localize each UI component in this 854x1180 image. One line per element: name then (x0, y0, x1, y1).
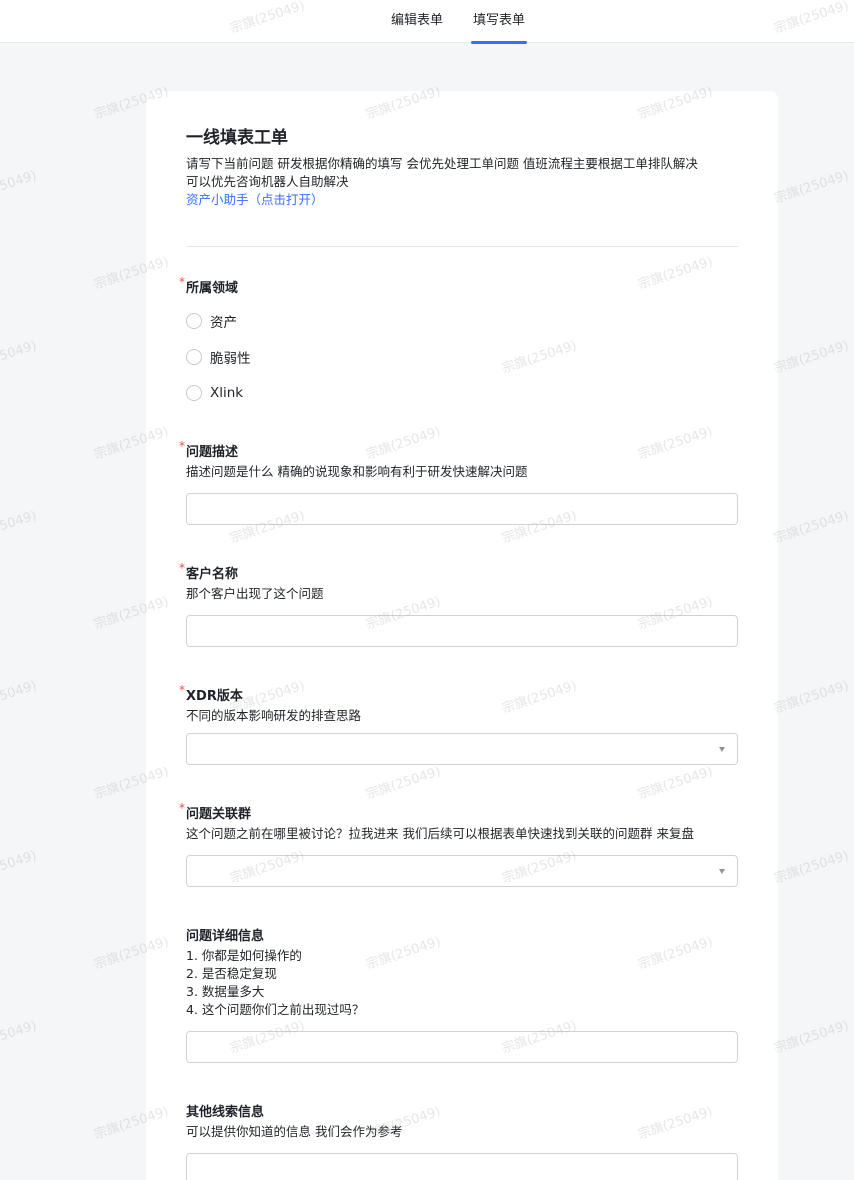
question-customer-title: * 客户名称 (179, 561, 239, 582)
customer-input[interactable] (186, 615, 738, 647)
watermark: 宗旗(25049) (772, 508, 851, 547)
form-description-line: 可以优先咨询机器人自助解决 (186, 174, 349, 189)
question-label: 问题详细信息 (186, 929, 265, 944)
details-line: 3. 数据量多大 (186, 984, 265, 999)
group-select[interactable] (186, 855, 738, 887)
watermark: 宗旗(25049) (0, 168, 39, 207)
radio-label: 资产 (210, 315, 237, 331)
required-mark: * (179, 683, 185, 697)
form-card: 一线填表工单 请写下当前问题 研发根据你精确的填写 会优先处理工单问题 值班流程… (146, 91, 778, 1180)
question-problem-desc: 描述问题是什么 精确的说现象和影响有利于研发快速解决问题 (186, 464, 528, 479)
question-label: XDR版本 (186, 689, 243, 704)
tab-edit-form[interactable]: 编辑表单 (384, 0, 450, 43)
question-problem-title: * 问题描述 (179, 439, 239, 460)
watermark: 宗旗(25049) (0, 338, 39, 377)
form-description-line: 请写下当前问题 研发根据你精确的填写 会优先处理工单问题 值班流程主要根据工单排… (186, 156, 698, 171)
watermark: 宗旗(25049) (772, 848, 851, 887)
radio-circle-icon[interactable] (186, 385, 202, 401)
details-line: 2. 是否稳定复现 (186, 966, 277, 981)
radio-circle-icon[interactable] (186, 313, 202, 329)
watermark: 宗旗(25049) (0, 508, 39, 547)
radio-label: Xlink (210, 385, 244, 401)
details-line: 4. 这个问题你们之前出现过吗？ (186, 1002, 365, 1017)
question-label: 所属领域 (186, 281, 239, 296)
watermark: 宗旗(25049) (0, 1018, 39, 1057)
form-title: 一线填表工单 (186, 128, 288, 148)
divider (186, 246, 738, 247)
question-details-title: 问题详细信息 (186, 925, 264, 944)
watermark: 宗旗(25049) (772, 168, 851, 207)
version-select[interactable] (186, 733, 738, 765)
watermark: 宗旗(25049) (0, 678, 39, 717)
tab-fill-form[interactable]: 填写表单 (471, 0, 527, 44)
radio-option-xlink[interactable]: Xlink (186, 383, 243, 403)
details-input[interactable] (186, 1031, 738, 1063)
chevron-down-icon (719, 747, 725, 752)
watermark: 宗旗(25049) (772, 1018, 851, 1057)
form-description: 请写下当前问题 研发根据你精确的填写 会优先处理工单问题 值班流程主要根据工单排… (186, 155, 746, 191)
problem-input[interactable] (186, 493, 738, 525)
question-label: 客户名称 (186, 567, 239, 582)
clues-input[interactable] (186, 1153, 738, 1180)
question-details-desc: 1. 你都是如何操作的 2. 是否稳定复现 3. 数据量多大 4. 这个问题你们… (186, 947, 746, 1019)
question-version-desc: 不同的版本影响研发的排查思路 (186, 708, 362, 723)
question-clues-title: 其他线索信息 (186, 1101, 264, 1120)
radio-option-vulnerability[interactable]: 脆弱性 (186, 347, 251, 367)
watermark: 宗旗(25049) (0, 848, 39, 887)
radio-label: 脆弱性 (210, 351, 251, 367)
watermark: 宗旗(25049) (772, 678, 851, 717)
required-mark: * (179, 561, 185, 575)
question-clues-desc: 可以提供你知道的信息 我们会作为参考 (186, 1124, 403, 1139)
watermark: 宗旗(25049) (772, 338, 851, 377)
details-line: 1. 你都是如何操作的 (186, 948, 302, 963)
question-label: 其他线索信息 (186, 1105, 265, 1120)
chevron-down-icon (719, 869, 725, 874)
required-mark: * (179, 275, 185, 289)
question-label: 问题关联群 (186, 807, 252, 822)
required-mark: * (179, 801, 185, 815)
radio-circle-icon[interactable] (186, 349, 202, 365)
question-label: 问题描述 (186, 445, 239, 460)
radio-option-asset[interactable]: 资产 (186, 311, 237, 331)
question-version-title: * XDR版本 (179, 683, 243, 704)
question-group-desc: 这个问题之前在哪里被讨论？拉我进来 我们后续可以根据表单快速找到关联的问题群 来… (186, 826, 694, 841)
required-mark: * (179, 439, 185, 453)
question-domain-title: * 所属领域 (179, 275, 239, 296)
question-customer-desc: 那个客户出现了这个问题 (186, 586, 324, 601)
top-tab-bar: 编辑表单 填写表单 (0, 0, 854, 44)
assistant-link[interactable]: 资产小助手（点击打开） (186, 191, 324, 209)
question-group-title: * 问题关联群 (179, 801, 252, 822)
